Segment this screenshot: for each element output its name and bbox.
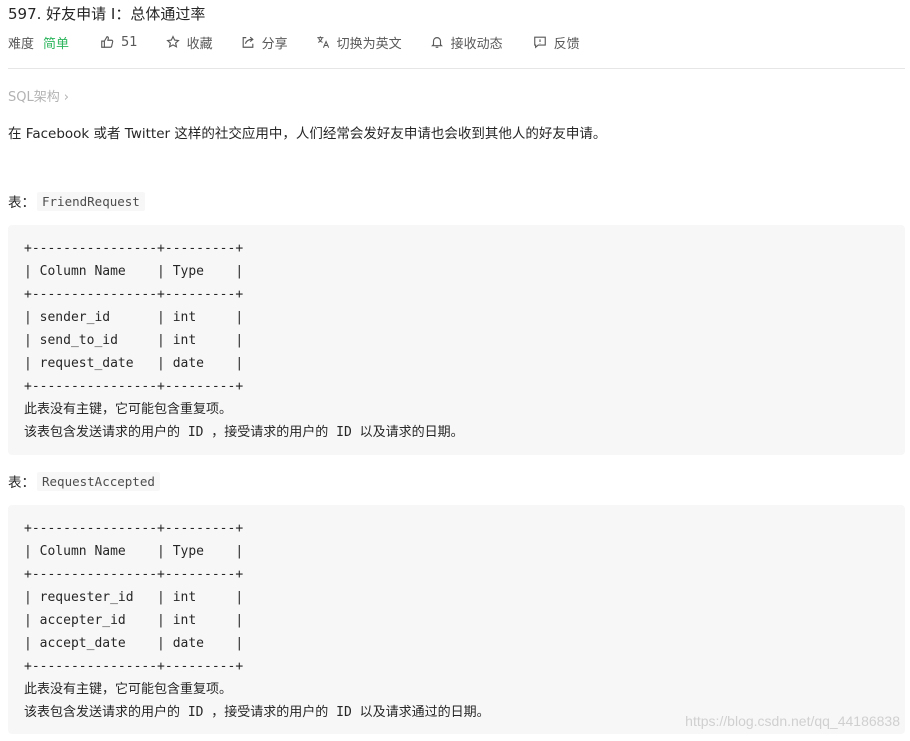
problem-description: 在 Facebook 或者 Twitter 这样的社交应用中，人们经常会发好友申… <box>8 126 607 142</box>
table-label-requestaccepted: 表： RequestAccepted <box>8 471 160 491</box>
schema-code-block-requestaccepted: +----------------+---------+ | Column Na… <box>8 505 905 734</box>
code-line: | requester_id | int | <box>24 590 244 605</box>
share-icon <box>242 36 254 48</box>
star-icon <box>165 35 180 48</box>
code-line: +----------------+---------+ <box>24 379 244 394</box>
chevron-right-icon: › <box>63 90 69 105</box>
code-line: | Column Name | Type | <box>24 264 244 279</box>
table-prefix: 表： <box>8 195 35 211</box>
switch-language-label: 切换为英文 <box>336 36 402 52</box>
schema-code-block-friendrequest: +----------------+---------+ | Column Na… <box>8 225 905 455</box>
like-button[interactable]: 51 <box>100 35 138 50</box>
translate-icon <box>316 36 329 48</box>
like-count: 51 <box>121 34 138 50</box>
favorite-button[interactable]: 收藏 <box>165 33 213 52</box>
code-line: +----------------+---------+ <box>24 567 244 582</box>
watermark-url: https://blog.csdn.net/qq_44186838 <box>685 713 900 729</box>
follow-updates-label: 接收动态 <box>450 36 503 52</box>
code-line: +----------------+---------+ <box>24 521 244 536</box>
tag-sql-schema[interactable]: SQL架构 › <box>8 86 69 105</box>
share-button[interactable]: 分享 <box>241 33 288 52</box>
tag-label: SQL架构 <box>8 90 60 105</box>
table-name: FriendRequest <box>37 191 145 211</box>
feedback-button[interactable]: 反馈 <box>533 33 580 52</box>
share-label: 分享 <box>261 36 288 52</box>
bell-icon <box>430 37 443 48</box>
switch-language-button[interactable]: 切换为英文 <box>316 33 402 52</box>
code-line: | send_to_id | int | <box>24 333 244 348</box>
favorite-label: 收藏 <box>186 36 213 52</box>
code-line: +----------------+---------+ <box>24 659 244 674</box>
table-prefix: 表： <box>8 475 35 491</box>
problem-title: 597. 好友申请 I：总体通过率 <box>8 5 206 23</box>
code-line: | sender_id | int | <box>24 310 244 325</box>
code-line: +----------------+---------+ <box>24 241 244 256</box>
problem-meta-bar: 难度 简单 51 收藏 分享 切换为英文 接收动态 反馈 <box>8 32 580 52</box>
code-line: 此表没有主键，它可能包含重复项。 <box>24 682 233 697</box>
code-line: +----------------+---------+ <box>24 287 244 302</box>
thumbs-up-icon <box>101 36 114 48</box>
feedback-icon <box>533 36 546 49</box>
difficulty-label: 难度 <box>8 36 35 52</box>
difficulty-badge: 简单 <box>43 36 70 52</box>
code-line: 该表包含发送请求的用户的 ID ，接受请求的用户的 ID 以及请求的日期。 <box>24 425 464 440</box>
code-line: | accept_date | date | <box>24 636 244 651</box>
code-line: | accepter_id | int | <box>24 613 244 628</box>
follow-updates-button[interactable]: 接收动态 <box>430 33 503 52</box>
code-line: 此表没有主键，它可能包含重复项。 <box>24 402 233 417</box>
table-label-friendrequest: 表： FriendRequest <box>8 191 145 211</box>
table-name: RequestAccepted <box>37 471 160 491</box>
code-line: | Column Name | Type | <box>24 544 244 559</box>
code-line: | request_date | date | <box>24 356 244 371</box>
feedback-label: 反馈 <box>553 36 580 52</box>
header-divider <box>8 68 905 69</box>
